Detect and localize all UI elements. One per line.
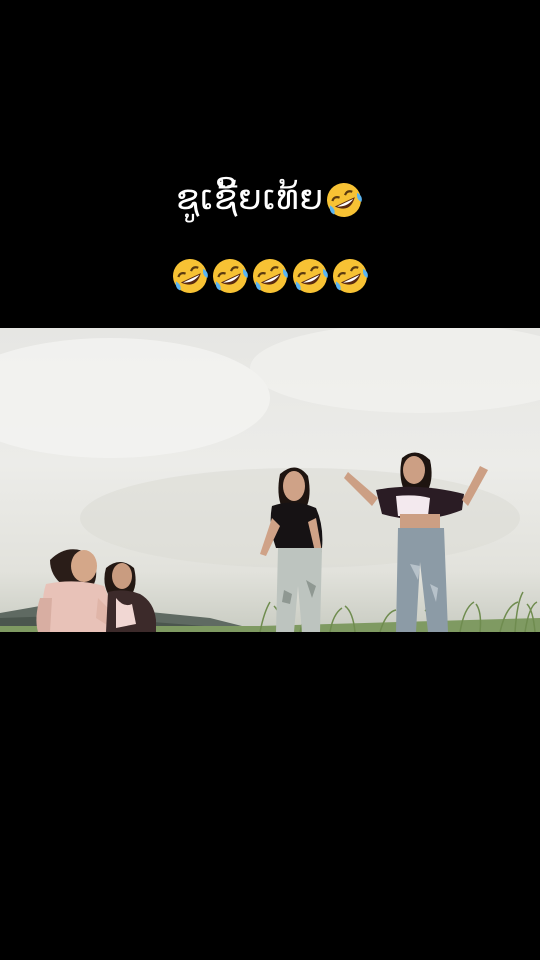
laughing-emoji-icon — [324, 180, 364, 220]
laughing-emoji-icon — [250, 256, 290, 296]
cloud — [0, 338, 270, 458]
laughing-emoji-icon — [330, 256, 370, 296]
cloud — [250, 328, 540, 413]
video-frame[interactable] — [0, 328, 540, 632]
caption-line-2 — [0, 250, 540, 298]
caption-text: ຊູເຊີ້ຍເທ້ຍ — [175, 178, 324, 218]
laughing-emoji-icon — [170, 256, 210, 296]
laughing-emoji-icon — [290, 256, 330, 296]
laughing-emoji-icon — [210, 256, 250, 296]
person-sitting-second — [104, 562, 156, 632]
video-scene — [0, 328, 540, 632]
caption-line-1: ຊູເຊີ້ຍເທ້ຍ — [0, 172, 540, 224]
